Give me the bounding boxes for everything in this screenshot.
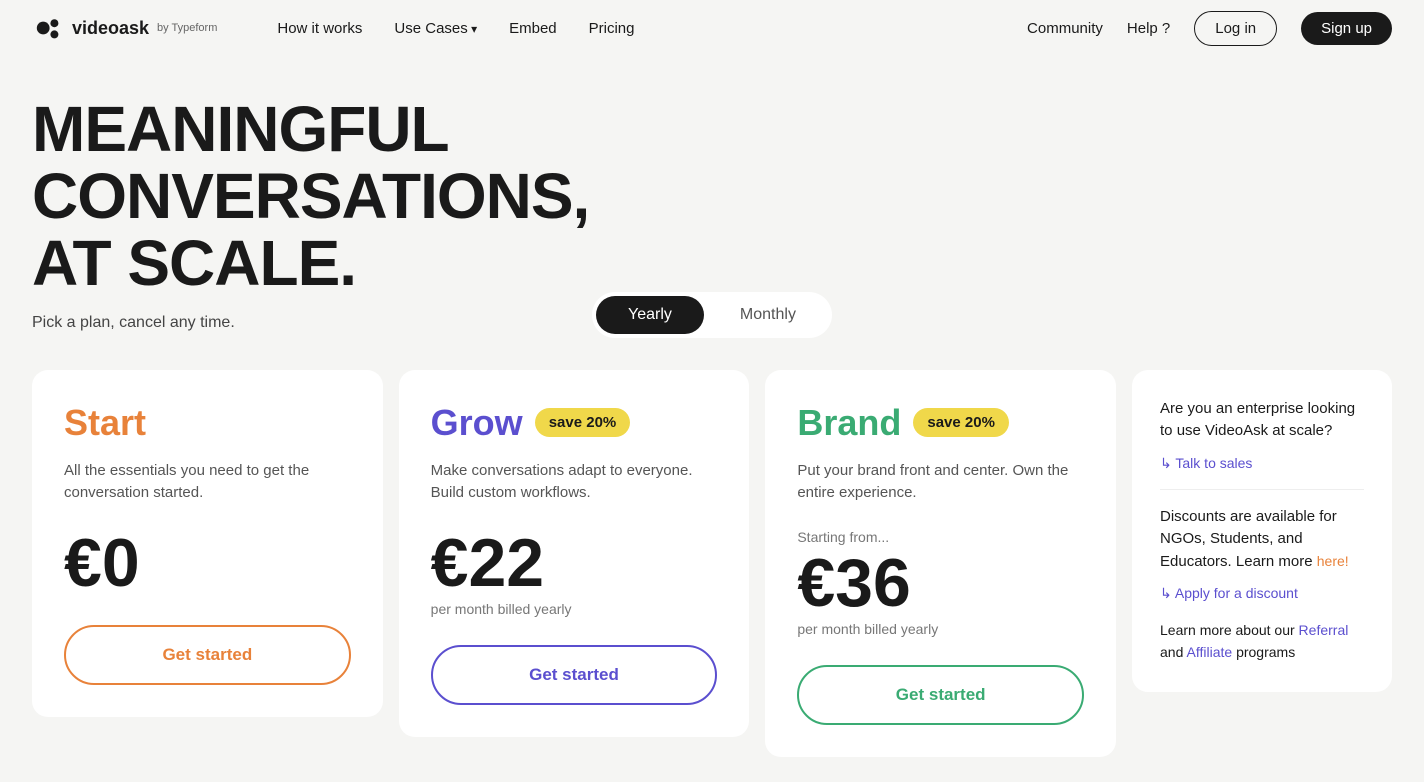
logo-by: by Typeform — [157, 22, 217, 34]
plan-desc-start: All the essentials you need to get the c… — [64, 460, 351, 505]
plan-starting-brand: Starting from... — [797, 529, 1084, 545]
nav-pricing[interactable]: Pricing — [589, 20, 635, 37]
nav-help[interactable]: Help ? — [1127, 20, 1170, 37]
plan-header-grow: Grow save 20% — [431, 402, 718, 444]
plan-name-grow: Grow — [431, 402, 523, 444]
apply-discount-link[interactable]: Apply for a discount — [1160, 585, 1298, 601]
plan-price-brand: €36 — [797, 549, 1084, 617]
plan-header-brand: Brand save 20% — [797, 402, 1084, 444]
enterprise-card: Are you an enterprise looking to use Vid… — [1132, 370, 1392, 692]
login-button[interactable]: Log in — [1194, 11, 1277, 46]
hero-title: MEANINGFUL CONVERSATIONS, AT SCALE. — [32, 96, 452, 298]
referral-prefix: Learn more about our — [1160, 622, 1295, 638]
enterprise-text: Are you an enterprise looking to use Vid… — [1160, 398, 1364, 443]
navbar: videoask by Typeform How it works Use Ca… — [0, 0, 1424, 56]
signup-button[interactable]: Sign up — [1301, 12, 1392, 45]
plan-name-start: Start — [64, 402, 146, 444]
nav-right-links: Community Help ? — [1027, 20, 1170, 37]
discount-prefix: Discounts are available for NGOs, Studen… — [1160, 508, 1337, 570]
logo-text: videoask — [72, 18, 149, 39]
logo-icon — [32, 12, 64, 44]
programs-text: programs — [1236, 644, 1295, 660]
enterprise-divider — [1160, 489, 1364, 490]
plan-card-grow: Grow save 20% Make conversations adapt t… — [399, 370, 750, 737]
plan-price-grow: €22 — [431, 529, 718, 597]
monthly-toggle[interactable]: Monthly — [708, 296, 828, 334]
logo[interactable]: videoask by Typeform — [32, 12, 217, 44]
plan-desc-grow: Make conversations adapt to everyone. Bu… — [431, 460, 718, 505]
plan-billing-brand: per month billed yearly — [797, 621, 1084, 637]
nav-how-it-works[interactable]: How it works — [277, 20, 362, 37]
plan-price-start: €0 — [64, 529, 351, 597]
nav-links: How it works Use Cases Embed Pricing — [277, 20, 1027, 37]
referral-section: Learn more about our Referral and Affili… — [1160, 619, 1364, 664]
save-badge-grow: save 20% — [535, 408, 631, 437]
plan-card-start: Start All the essentials you need to get… — [32, 370, 383, 717]
pricing-section: Start All the essentials you need to get… — [0, 370, 1424, 757]
nav-community[interactable]: Community — [1027, 20, 1103, 37]
plan-header-start: Start — [64, 402, 351, 444]
get-started-grow[interactable]: Get started — [431, 645, 718, 705]
discount-here-link[interactable]: here! — [1317, 553, 1349, 569]
get-started-brand[interactable]: Get started — [797, 665, 1084, 725]
get-started-start[interactable]: Get started — [64, 625, 351, 685]
affiliate-link[interactable]: Affiliate — [1187, 644, 1233, 660]
plan-name-brand: Brand — [797, 402, 901, 444]
plan-desc-brand: Put your brand front and center. Own the… — [797, 460, 1084, 505]
nav-embed[interactable]: Embed — [509, 20, 557, 37]
plan-billing-grow: per month billed yearly — [431, 601, 718, 617]
nav-use-cases[interactable]: Use Cases — [394, 20, 477, 37]
yearly-toggle[interactable]: Yearly — [596, 296, 704, 334]
plan-card-brand: Brand save 20% Put your brand front and … — [765, 370, 1116, 757]
talk-to-sales-link[interactable]: Talk to sales — [1160, 455, 1252, 471]
toggle-wrapper: Yearly Monthly — [592, 292, 832, 338]
nav-right: Community Help ? Log in Sign up — [1027, 11, 1392, 46]
discount-text: Discounts are available for NGOs, Studen… — [1160, 506, 1364, 574]
save-badge-brand: save 20% — [913, 408, 1009, 437]
and-text: and — [1160, 644, 1183, 660]
referral-link[interactable]: Referral — [1299, 622, 1349, 638]
